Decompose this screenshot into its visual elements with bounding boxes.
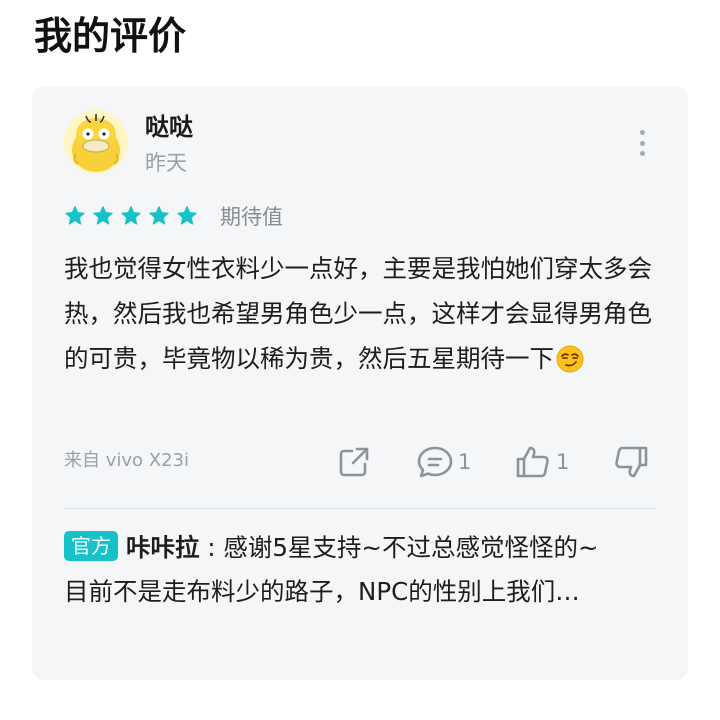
dislike-button[interactable] (612, 442, 650, 482)
user-name[interactable]: 哒哒 (145, 110, 193, 144)
star-rating (64, 205, 198, 227)
review-actions: 1 1 (32, 442, 688, 482)
more-dot-icon (639, 151, 645, 156)
avatar[interactable] (64, 110, 128, 174)
official-badge: 官方 (64, 531, 118, 561)
thumbs-down-icon (615, 446, 648, 478)
review-card: 哒哒 昨天 期待值 我也觉得女性衣料少一点好，主要是我怕她们穿太多会热，然后我也… (32, 86, 688, 680)
more-options-button[interactable] (632, 130, 652, 156)
comment-icon (417, 446, 453, 478)
thumbs-up-icon (516, 446, 549, 478)
duck-avatar-icon (64, 110, 128, 174)
like-count: 1 (556, 450, 570, 474)
more-dot-icon (639, 130, 645, 135)
page-title: 我的评价 (34, 14, 187, 58)
star-icon (176, 205, 198, 227)
divider (64, 508, 656, 509)
star-icon (148, 205, 170, 227)
more-dot-icon (639, 140, 645, 146)
review-time: 昨天 (145, 151, 187, 175)
star-icon (120, 205, 142, 227)
reply-separator: : (199, 533, 224, 562)
comment-button[interactable]: 1 (416, 442, 471, 482)
share-button[interactable] (336, 442, 372, 482)
reply-text-truncated: 目前不是走布料少的路子，NPC的性别上我们… (64, 577, 580, 606)
like-button[interactable]: 1 (514, 442, 569, 482)
developer-name[interactable]: 咔咔拉 (126, 533, 200, 562)
reply-text: 感谢5星支持~不过总感觉怪怪的~ (223, 533, 599, 562)
star-icon (92, 205, 114, 227)
rating-label: 期待值 (220, 205, 283, 229)
share-icon (339, 447, 369, 477)
rating-row: 期待值 (64, 202, 283, 230)
developer-reply[interactable]: 官方 咔咔拉 : 感谢5星支持~不过总感觉怪怪的~ 目前不是走布料少的路子，NPC的… (64, 526, 664, 614)
review-text: 我也觉得女性衣料少一点好，主要是我怕她们穿太多会热，然后我也希望男角色少一点，这… (64, 246, 664, 387)
comment-count: 1 (458, 450, 472, 474)
star-icon (64, 205, 86, 227)
smirk-emoji-icon (556, 342, 584, 387)
